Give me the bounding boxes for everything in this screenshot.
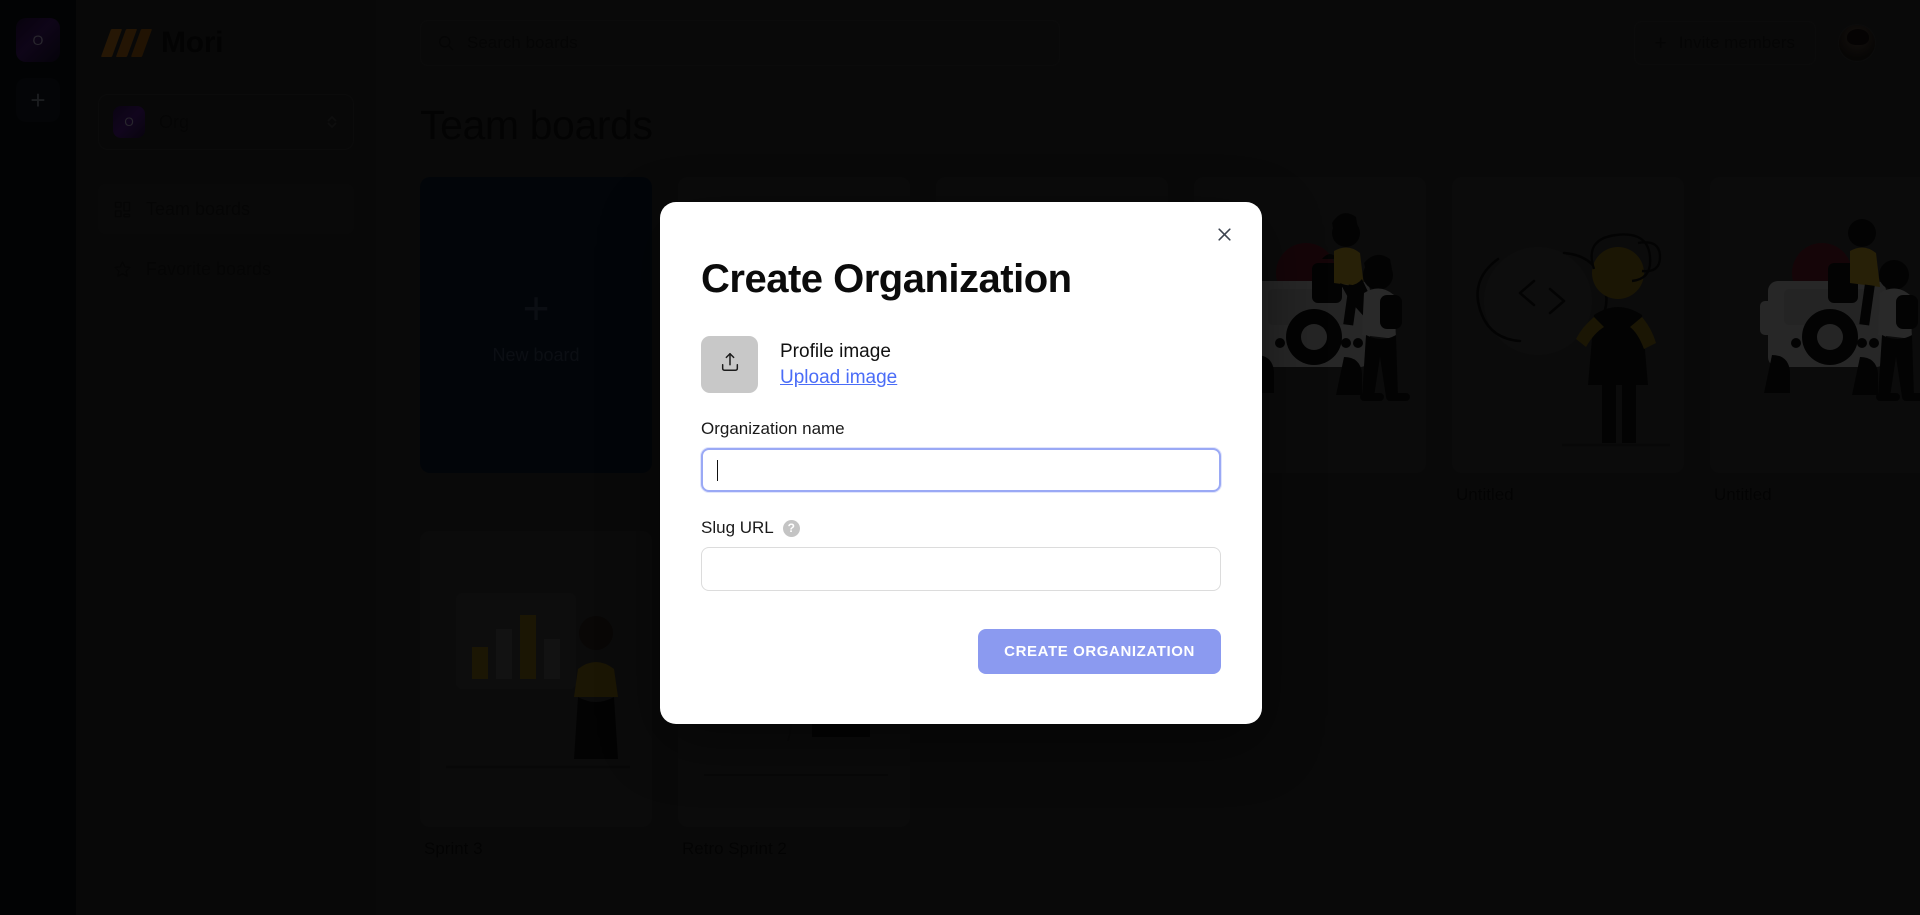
slug-url-input[interactable] <box>701 547 1221 591</box>
close-icon[interactable] <box>1208 218 1240 250</box>
upload-icon <box>719 351 741 378</box>
create-organization-modal: Create Organization Profile image Upload… <box>660 202 1262 724</box>
organization-name-input[interactable] <box>701 448 1221 492</box>
modal-body: Profile image Upload image Organization … <box>660 302 1262 591</box>
profile-image-texts: Profile image Upload image <box>780 341 897 389</box>
modal-footer: CREATE ORGANIZATION <box>660 591 1262 674</box>
slug-url-label-text: Slug URL <box>701 518 774 537</box>
app-root: O + Mori O Org Team boards Favorite boar… <box>0 0 1920 915</box>
slug-url-label: Slug URL ? <box>701 518 1221 538</box>
organization-name-field: Organization name <box>701 419 1221 492</box>
create-organization-button[interactable]: CREATE ORGANIZATION <box>978 629 1221 674</box>
profile-image-label: Profile image <box>780 340 891 362</box>
upload-image-link[interactable]: Upload image <box>780 367 897 389</box>
upload-image-button[interactable] <box>701 336 758 393</box>
slug-url-field: Slug URL ? <box>701 518 1221 591</box>
organization-name-label: Organization name <box>701 419 845 438</box>
profile-image-row: Profile image Upload image <box>701 336 1221 393</box>
help-icon[interactable]: ? <box>782 519 800 537</box>
modal-title: Create Organization <box>701 257 1072 301</box>
text-caret <box>717 459 718 481</box>
